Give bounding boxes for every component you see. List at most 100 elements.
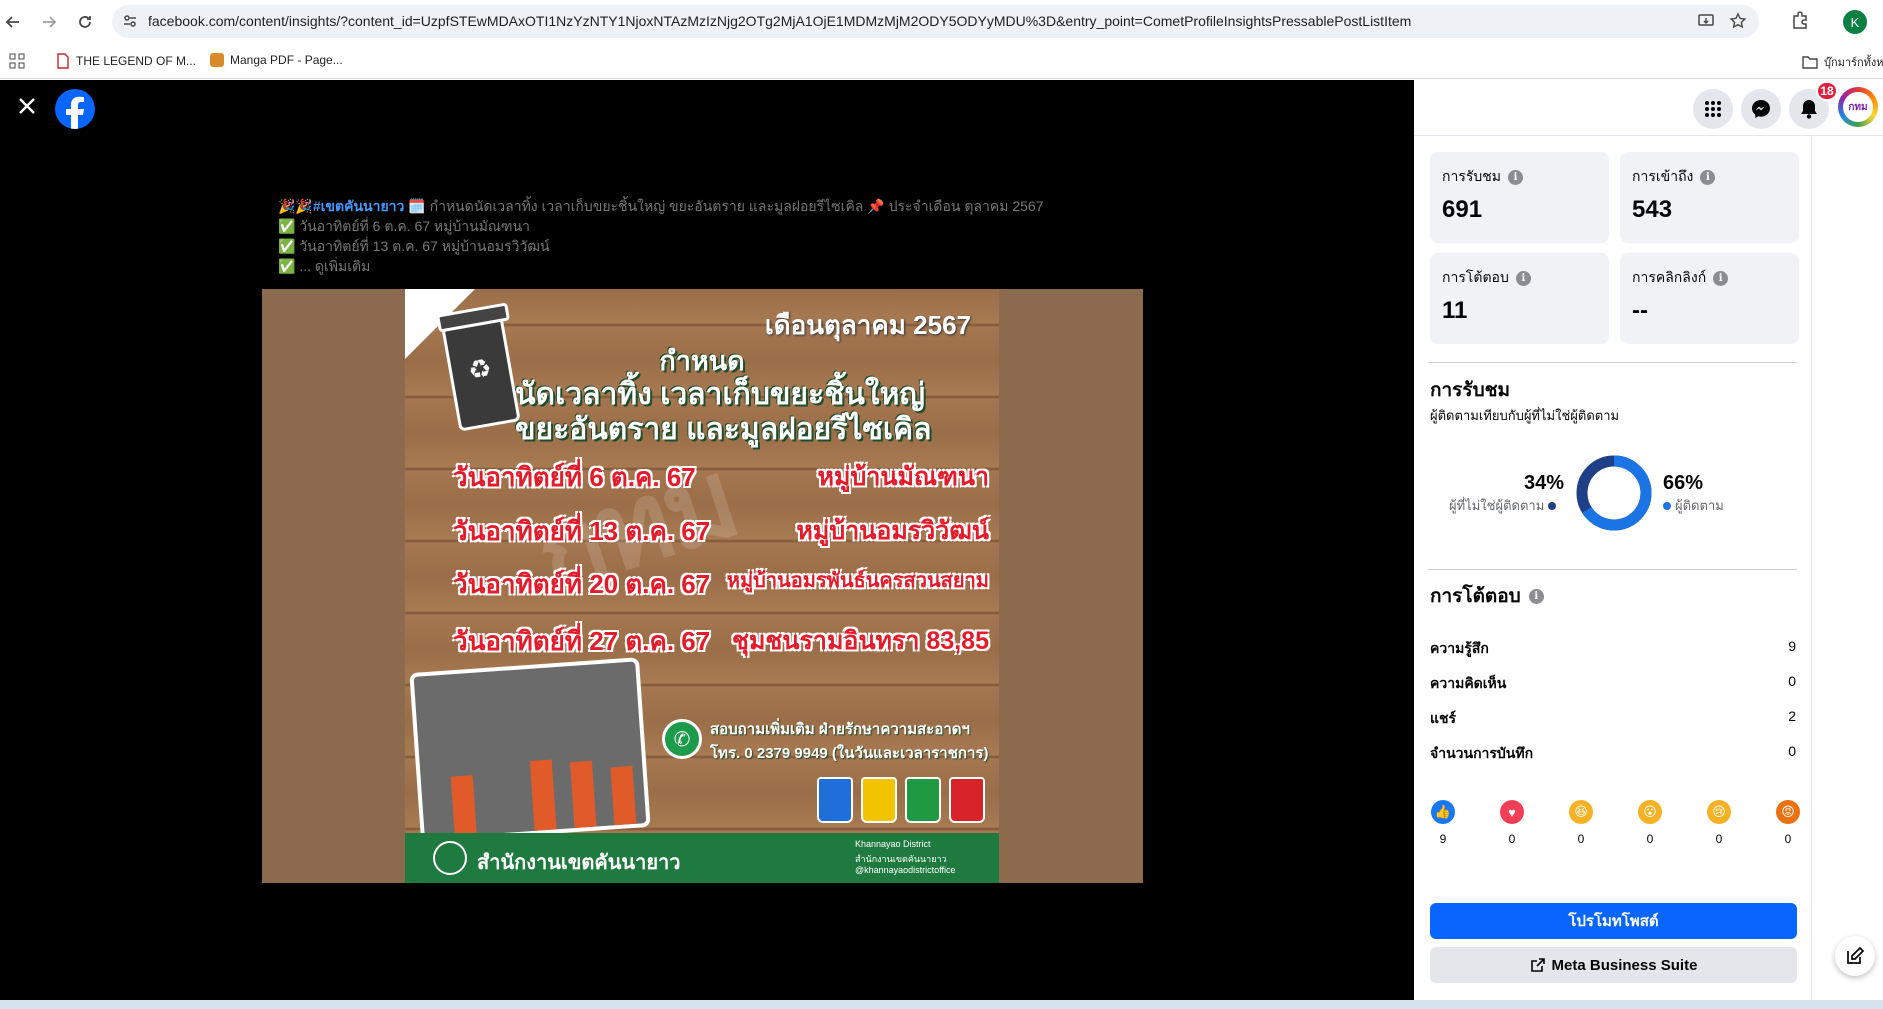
stat-card-link-clicks: การคลิกลิงก์ i -- (1620, 253, 1799, 344)
post-image: กทม ♻ เดือนตุลาคม 2567 กำหนด นัดเวลาทิ้ง… (405, 289, 999, 883)
stat-label: การโต้ตอบ (1442, 269, 1509, 285)
insights-panel: การรับชม i 691 การเข้าถึง i 543 การโต้ตอบ i… (1414, 137, 1812, 1000)
extensions-icon[interactable] (1790, 10, 1810, 30)
schedule-row: วันอาทิตย์ที่ 13 ต.ค. 67 หมู่บ้านอมรวิวัฒ… (453, 511, 993, 552)
messenger-button[interactable] (1741, 89, 1781, 129)
bookmark-item[interactable]: Manga PDF - Page... (210, 53, 343, 67)
reaction-like: 👍 9 (1430, 800, 1456, 846)
bookmarks-bar: THE LEGEND OF M... Manga PDF - Page... บ… (0, 44, 1883, 79)
followers-donut-chart (1576, 455, 1652, 531)
stat-card-reach: การเข้าถึง i 543 (1620, 152, 1799, 243)
info-icon[interactable]: i (1713, 270, 1729, 286)
info-icon[interactable]: i (1508, 169, 1523, 185)
install-app-icon[interactable] (1697, 12, 1715, 30)
bookmarks-folder-label: บุ๊กมาร์กทั้งหม (1824, 57, 1883, 69)
reload-icon (79, 16, 91, 28)
post-caption: 🎉🎉#เขตคันนายาว 🗓️ กำหนดนัดเวลาทิ้ง เวลาเ… (278, 196, 1138, 276)
info-icon[interactable]: i (1515, 270, 1531, 286)
social-handle: Khannayao District (855, 839, 931, 849)
metric-row: ความรู้สึก 9 (1430, 638, 1796, 660)
facebook-logo[interactable] (55, 89, 95, 129)
business-suite-label: Meta Business Suite (1551, 956, 1698, 974)
metric-row: จำนวนการบันทึก 0 (1430, 743, 1796, 765)
bookmark-label: THE LEGEND OF M... (76, 54, 197, 68)
love-icon: ♥ (1500, 800, 1524, 824)
apps-grid-icon[interactable] (9, 53, 25, 69)
close-icon[interactable] (15, 94, 39, 118)
reaction-angry: 😡 0 (1775, 800, 1801, 846)
back-button[interactable] (0, 9, 26, 35)
stat-label: การเข้าถึง (1632, 168, 1694, 184)
schedule-date: วันอาทิตย์ที่ 6 ต.ค. 67 (453, 462, 696, 492)
url-text[interactable]: facebook.com/content/insights/?content_i… (148, 13, 1411, 29)
site-settings-icon[interactable] (122, 13, 138, 34)
forward-button[interactable] (36, 9, 62, 35)
reaction-love: ♥ 0 (1499, 800, 1525, 846)
metric-value: 0 (1788, 673, 1796, 689)
bell-icon (1801, 100, 1817, 119)
photo-viewer: 🎉🎉#เขตคันนายาว 🗓️ กำหนดนัดเวลาทิ้ง เวลาเ… (0, 80, 1414, 1004)
followers-dot (1663, 501, 1671, 510)
schedule-date: วันอาทิตย์ที่ 20 ต.ค. 67 (453, 569, 711, 599)
divider (1428, 362, 1797, 363)
metric-label: ความคิดเห็น (1430, 675, 1507, 691)
profile-avatar[interactable]: K (1843, 10, 1867, 34)
metric-value: 2 (1788, 708, 1796, 724)
bookmark-item[interactable]: THE LEGEND OF M... (56, 53, 196, 69)
facebook-f-icon (66, 96, 84, 129)
metric-value: 9 (1788, 638, 1796, 654)
reaction-haha: 😆 0 (1568, 800, 1594, 846)
metric-label: ความรู้สึก (1430, 640, 1489, 656)
wow-icon: 😮 (1638, 800, 1662, 824)
poster-footer: สำนักงานเขตคันนายาว Khannayao District ส… (405, 833, 999, 883)
caption-line: ✅ วันอาทิตย์ที่ 6 ต.ค. 67 หมู่บ้านมัณฑนา (278, 218, 530, 234)
bookmark-label: Manga PDF - Page... (230, 53, 343, 67)
haha-icon: 😆 (1569, 800, 1593, 824)
menu-grid-icon (1705, 101, 1721, 117)
menu-button[interactable] (1693, 89, 1733, 129)
address-bar[interactable]: facebook.com/content/insights/?content_i… (112, 5, 1759, 38)
schedule-venue: หมู่บ้านอมรวิวัฒน์ (796, 517, 989, 545)
views-section-subtitle: ผู้ติดตามเทียบกับผู้ที่ไม่ใช่ผู้ติดตาม (1430, 408, 1620, 423)
stat-value: 691 (1442, 196, 1483, 223)
followers-legend: ผู้ติดตาม (1663, 495, 1724, 516)
metric-label: แชร์ (1430, 710, 1457, 726)
workers-photo (409, 657, 651, 843)
facebook-top-nav (1414, 80, 1883, 136)
compose-icon (1847, 946, 1865, 964)
folder-icon (1802, 56, 1818, 69)
promote-post-button[interactable]: โปรโมทโพสต์ (1430, 903, 1797, 939)
see-more-link[interactable]: ✅ ... ดูเพิ่มเติม (278, 256, 1138, 276)
sad-icon: 😢 (1707, 800, 1731, 824)
meta-business-suite-button[interactable]: Meta Business Suite (1430, 947, 1797, 983)
divider (1428, 569, 1797, 570)
views-title-text: การรับชม (1430, 380, 1511, 401)
bookmark-star-icon[interactable] (1729, 12, 1747, 30)
reaction-count: 9 (1439, 832, 1447, 846)
stat-value: 543 (1632, 196, 1673, 223)
metric-value: 0 (1788, 743, 1796, 759)
contact-phone: โทร. 0 2379 9949 (ในวันและเวลาราชการ) (710, 745, 989, 762)
caption-hashtag[interactable]: 🎉🎉#เขตคันนายาว (278, 198, 404, 214)
account-avatar[interactable]: กทม (1838, 87, 1878, 127)
schedule-row: วันอาทิตย์ที่ 20 ต.ค. 67 หมู่บ้านอมรพันธ์… (453, 564, 993, 605)
views-section-title: การรับชม (1430, 375, 1510, 405)
reaction-count: 0 (1784, 832, 1792, 846)
stat-value: 11 (1442, 297, 1468, 324)
schedule-row: วันอาทิตย์ที่ 6 ต.ค. 67 หมู่บ้านมัณฑนา (453, 457, 993, 498)
all-bookmarks-folder[interactable]: บุ๊กมาร์กทั้งหม (1802, 53, 1883, 71)
stat-label: การคลิกลิงก์ (1632, 269, 1707, 285)
new-message-button[interactable] (1835, 936, 1875, 976)
info-icon[interactable]: i (1700, 169, 1716, 185)
caption-text: 🗓️ กำหนดนัดเวลาทิ้ง เวลาเก็บขยะชิ้นใหญ่ … (404, 198, 1044, 214)
non-followers-dot (1548, 501, 1557, 510)
stat-label: การรับชม (1442, 168, 1501, 184)
notification-badge: 18 (1816, 81, 1838, 101)
district-seal-icon (433, 841, 467, 875)
info-icon[interactable]: i (1528, 588, 1544, 604)
color-bins-illustration (817, 777, 985, 823)
stat-value: -- (1632, 297, 1648, 324)
reload-button[interactable] (72, 9, 98, 35)
os-taskbar (0, 1000, 1883, 1009)
document-icon (57, 53, 69, 69)
